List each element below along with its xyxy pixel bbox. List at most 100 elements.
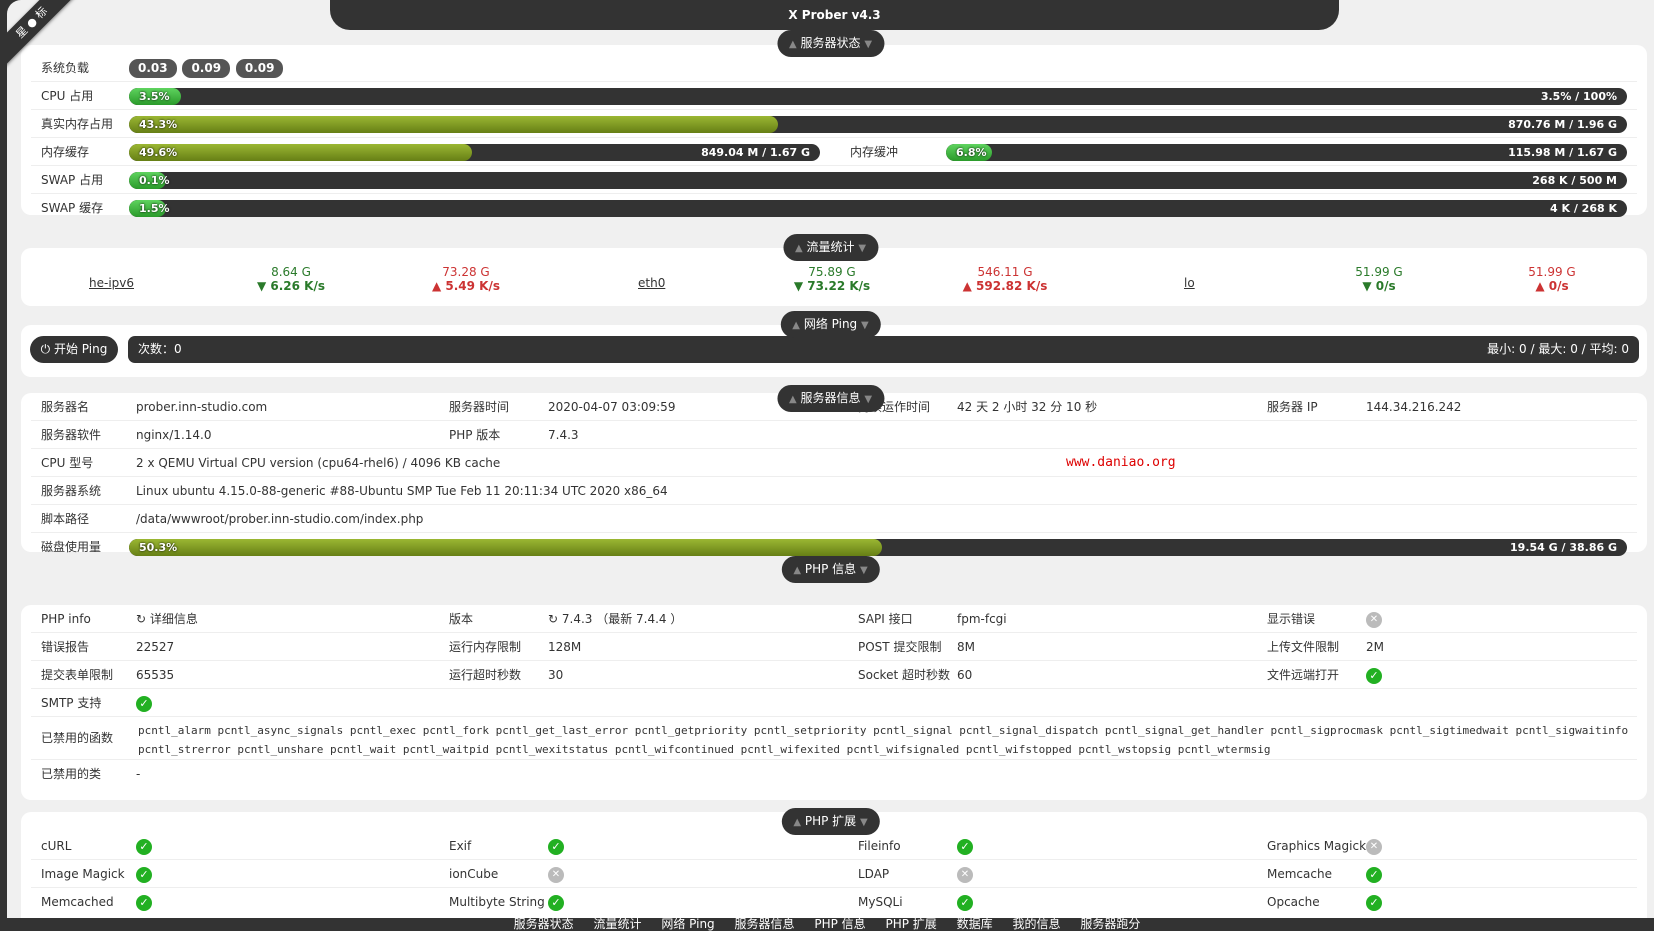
ext-ldap-label: LDAP	[858, 867, 890, 881]
server-name-label: 服务器名	[41, 400, 90, 414]
form-limit-label: 提交表单限制	[41, 668, 114, 682]
socket-timeout-label: Socket 超时秒数	[858, 668, 950, 682]
nav-ping[interactable]: 网络 Ping	[661, 917, 714, 931]
script-path-value: /data/wwwroot/prober.inn-studio.com/inde…	[136, 512, 424, 526]
ext-memcache-status: ✓	[1366, 860, 1382, 888]
sapi-label: SAPI 接口	[858, 612, 913, 626]
server-os-label: 服务器系统	[41, 484, 102, 498]
mem-cache-fill	[129, 144, 472, 161]
mem-buffer-total: 115.98 M / 1.67 G	[1508, 146, 1617, 159]
real-mem-row: 真实内存占用 43.3% 870.76 M / 1.96 G	[31, 110, 1637, 138]
swap-used-pct: 0.1%	[139, 174, 170, 187]
php-version-label: PHP 版本	[449, 428, 501, 442]
php-info-row-1: PHP info ↻ 详细信息 版本 ↻ 7.4.3 （最新 7.4.4 ） S…	[31, 605, 1637, 633]
phpinfo-label: PHP info	[41, 612, 91, 626]
ext-exif-status: ✓	[548, 832, 564, 860]
remote-open-label: 文件远端打开	[1267, 668, 1340, 682]
nav-my-info[interactable]: 我的信息	[1012, 917, 1060, 931]
phpinfo-detail-link[interactable]: ↻ 详细信息	[136, 605, 198, 633]
ext-memcached-status: ✓	[136, 888, 152, 916]
real-mem-total: 870.76 M / 1.96 G	[1508, 118, 1617, 131]
ext-memcached-label: Memcached	[41, 895, 114, 909]
check-icon: ✓	[957, 894, 973, 911]
server-info-card: 服务器名 prober.inn-studio.com 服务器时间 2020-04…	[21, 393, 1647, 556]
disk-usage-bar: 50.3% 19.54 G / 38.86 G	[129, 539, 1627, 556]
real-mem-bar: 43.3% 870.76 M / 1.96 G	[129, 116, 1627, 133]
ping-stats: 最小: 0 / 最大: 0 / 平均: 0	[1487, 342, 1629, 356]
ext-mbstring-status: ✓	[548, 888, 564, 916]
section-badge-traffic[interactable]: ▲ 流量统计 ▼	[782, 234, 879, 261]
ext-opcache-label: Opcache	[1267, 895, 1320, 909]
server-software-label: 服务器软件	[41, 428, 102, 442]
cpu-pct: 3.5%	[139, 90, 170, 103]
load-1: 0.03	[129, 59, 177, 78]
error-report-value: 22527	[136, 640, 175, 654]
disk-usage-label: 磁盘使用量	[41, 540, 102, 554]
section-badge-ping[interactable]: ▲ 网络 Ping ▼	[780, 311, 881, 338]
nav-benchmark[interactable]: 服务器跑分	[1080, 917, 1140, 931]
swap-used-label: SWAP 占用	[41, 173, 104, 187]
mem-buffer-pct: 6.8%	[956, 146, 987, 159]
check-icon: ✓	[136, 894, 152, 911]
cpu-model-value: 2 x QEMU Virtual CPU version (cpu64-rhel…	[136, 456, 501, 470]
section-badge-server-status[interactable]: ▲ 服务器状态 ▼	[776, 30, 885, 57]
traffic-iface-he-ipv6[interactable]: he-ipv6	[89, 276, 134, 290]
mem-cache-pct: 49.6%	[139, 146, 178, 159]
traffic-tx-he-ipv6: 73.28 G ▲ 5.49 K/s	[431, 265, 500, 293]
ping-result-bar: 次数：0 最小: 0 / 最大: 0 / 平均: 0	[128, 336, 1639, 363]
mem-buffer-label: 内存缓冲	[850, 145, 899, 159]
ext-row-2: Image Magick ✓ ionCube ✕ LDAP ✕ Memcache…	[31, 860, 1637, 888]
section-badge-server-info[interactable]: ▲ 服务器信息 ▼	[776, 385, 885, 412]
swap-cache-pct: 1.5%	[139, 202, 170, 215]
ext-fileinfo-status: ✓	[957, 832, 973, 860]
traffic-iface-eth0[interactable]: eth0	[638, 276, 665, 290]
check-icon: ✓	[136, 695, 152, 712]
load-label: 系统负载	[41, 61, 90, 75]
nav-php-info[interactable]: PHP 信息	[814, 917, 865, 931]
nav-server-info[interactable]: 服务器信息	[735, 917, 795, 931]
smtp-label: SMTP 支持	[41, 696, 102, 710]
cpu-row: CPU 占用 3.5% 3.5% / 100%	[31, 82, 1637, 110]
swap-used-row: SWAP 占用 0.1% 268 K / 500 M	[31, 166, 1637, 194]
ext-ldap-status: ✕	[957, 860, 973, 888]
check-icon: ✓	[136, 838, 152, 855]
nav-database[interactable]: 数据库	[957, 917, 993, 931]
server-name-value: prober.inn-studio.com	[136, 400, 268, 414]
traffic-rx-eth0: 75.89 G ▼ 73.22 K/s	[793, 265, 871, 293]
check-icon: ✓	[957, 838, 973, 855]
mem-buffer-bar: 6.8% 115.98 M / 1.67 G	[946, 144, 1627, 161]
ext-mysqli-label: MySQLi	[858, 895, 903, 909]
php-version-value: 7.4.3	[548, 428, 579, 442]
php-ver-value[interactable]: ↻ 7.4.3 （最新 7.4.4 ）	[548, 605, 682, 633]
upload-limit-label: 上传文件限制	[1267, 640, 1340, 654]
timeout-value: 30	[548, 668, 564, 682]
start-ping-button[interactable]: ⏻ 开始 Ping	[30, 336, 118, 363]
nav-server-status[interactable]: 服务器状态	[514, 917, 574, 931]
ext-fileinfo-label: Fileinfo	[858, 839, 901, 853]
server-software-value: nginx/1.14.0	[136, 428, 212, 442]
ext-mbstring-label: Multibyte String	[449, 895, 545, 909]
disabled-icon: ✕	[957, 866, 973, 883]
mem-cache-label: 内存缓存	[41, 145, 90, 159]
php-info-row-2: 错误报告 22527 运行内存限制 128M POST 提交限制 8M 上传文件…	[31, 633, 1637, 661]
section-badge-php-info[interactable]: ▲ PHP 信息 ▼	[781, 556, 880, 583]
nav-traffic[interactable]: 流量统计	[593, 917, 641, 931]
ext-imagick-status: ✓	[136, 860, 152, 888]
ext-row-1: cURL ✓ Exif ✓ Fileinfo ✓ Graphics Magick…	[31, 832, 1637, 860]
main-frame: 星 ● 标 系统负载 0.03 0.09 0.09 CPU 占用 3.5% 3.…	[7, 0, 1654, 918]
smtp-status: ✓	[136, 689, 152, 717]
display-errors-status: ✕	[1366, 605, 1382, 633]
server-status-card: 系统负载 0.03 0.09 0.09 CPU 占用 3.5% 3.5% / 1…	[21, 45, 1647, 217]
swap-cache-row: SWAP 缓存 1.5% 4 K / 268 K	[31, 194, 1637, 222]
traffic-iface-lo[interactable]: lo	[1184, 276, 1195, 290]
swap-cache-label: SWAP 缓存	[41, 201, 104, 215]
ext-gmagick-label: Graphics Magick	[1267, 839, 1367, 853]
php-info-row-3: 提交表单限制 65535 运行超时秒数 30 Socket 超时秒数 60 文件…	[31, 661, 1637, 689]
check-icon: ✓	[548, 838, 564, 855]
real-mem-pct: 43.3%	[139, 118, 178, 131]
ext-imagick-label: Image Magick	[41, 867, 125, 881]
server-ip-label: 服务器 IP	[1267, 400, 1318, 414]
nav-php-ext[interactable]: PHP 扩展	[886, 917, 937, 931]
section-badge-php-ext[interactable]: ▲ PHP 扩展 ▼	[781, 808, 880, 835]
load-row: 系统负载 0.03 0.09 0.09	[31, 54, 1637, 82]
